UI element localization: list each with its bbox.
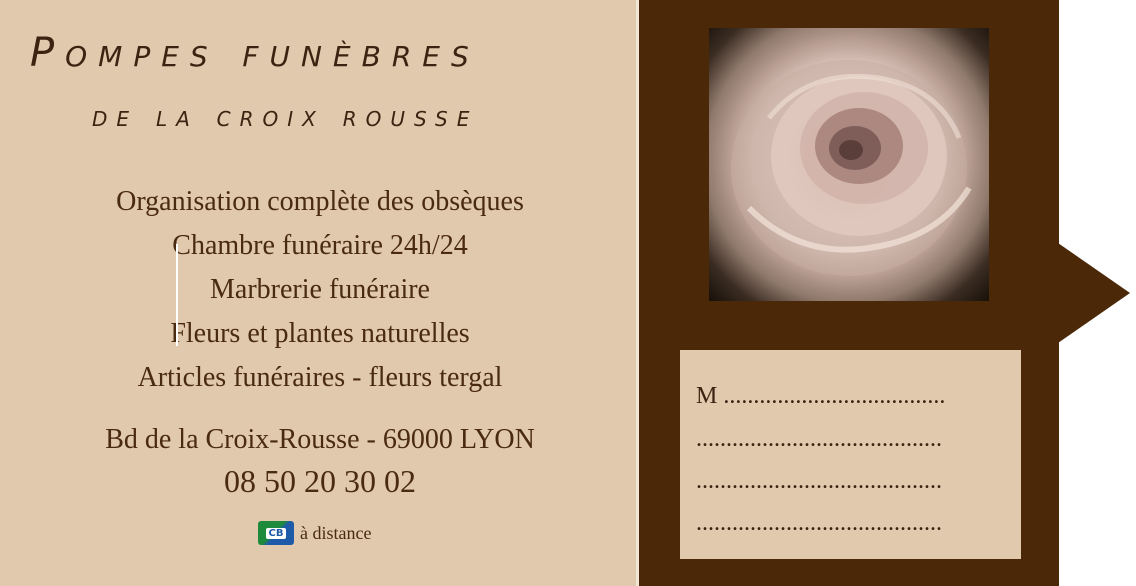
rose-photo (709, 28, 989, 301)
info-panel: Pompes funèbres de la croix rousse Organ… (0, 0, 636, 586)
funeral-card: Pompes funèbres de la croix rousse Organ… (0, 0, 1136, 586)
tag-arrow-icon (1058, 243, 1130, 343)
company-name: Pompes funèbres (30, 30, 480, 76)
recipient-line[interactable]: ........................................… (696, 468, 1006, 495)
recipient-line[interactable]: ........................................… (696, 426, 1006, 453)
recipient-line[interactable]: M ..................................... (696, 383, 1006, 410)
service-item: Fleurs et plantes naturelles (170, 318, 470, 349)
service-item: Marbrerie funéraire (210, 274, 430, 305)
service-item: Organisation complète des obsèques (116, 186, 524, 217)
address-text: Bd de la Croix-Rousse - 69000 LYON (105, 424, 535, 455)
cb-logo-text: CB (265, 527, 287, 539)
service-item: Chambre funéraire 24h/24 (172, 230, 468, 261)
recipient-line[interactable]: ........................................… (696, 510, 1006, 537)
service-item: Articles funéraires - fleurs tergal (137, 362, 503, 393)
phone-number: 08 50 20 30 02 (224, 463, 416, 499)
text-cursor (176, 244, 178, 346)
rose-illustration (731, 60, 972, 276)
services-list: Organisation complète des obsèques Chamb… (0, 180, 640, 400)
cb-card-icon: CB (258, 521, 294, 545)
address-label-box[interactable]: M ..................................... … (680, 350, 1021, 559)
payment-label: à distance (300, 522, 372, 543)
payment-info: CB à distance (258, 520, 371, 546)
company-subtitle: de la croix rousse (92, 100, 479, 133)
